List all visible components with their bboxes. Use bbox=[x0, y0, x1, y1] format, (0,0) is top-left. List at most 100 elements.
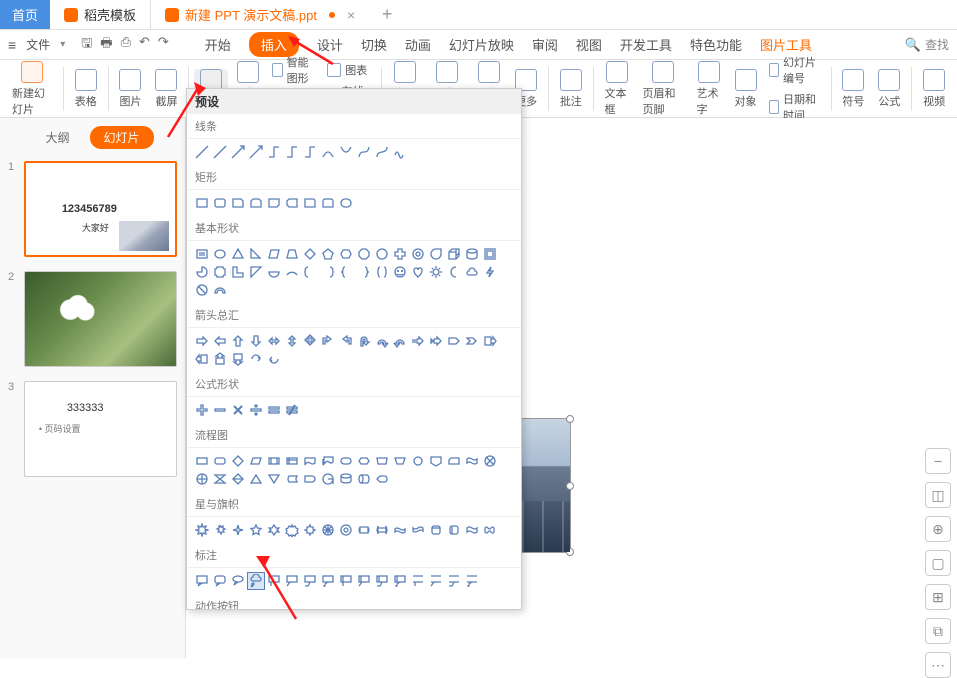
shape-can[interactable] bbox=[463, 245, 481, 263]
shape-arrow-circular[interactable] bbox=[265, 350, 283, 368]
shape-arrow-callout[interactable] bbox=[193, 350, 211, 368]
shape-arrow-chevron[interactable] bbox=[463, 332, 481, 350]
shape-fc-data[interactable] bbox=[247, 452, 265, 470]
shape-round-rect[interactable] bbox=[211, 194, 229, 212]
slide-thumb-3[interactable]: 3 333333 • 页码设置 bbox=[8, 381, 177, 477]
shape-snip-rect[interactable] bbox=[229, 194, 247, 212]
shape-rect[interactable] bbox=[193, 194, 211, 212]
shape-equal[interactable] bbox=[265, 401, 283, 419]
shape-callout-noborder[interactable] bbox=[427, 572, 445, 590]
tab-slides[interactable]: 幻灯片 bbox=[90, 126, 154, 149]
menu-devtools[interactable]: 开发工具 bbox=[620, 35, 672, 54]
save-icon[interactable]: 🖫 bbox=[81, 34, 92, 56]
shape-no[interactable] bbox=[193, 281, 211, 299]
shape-elbow[interactable] bbox=[265, 143, 283, 161]
shape-arrow-bent[interactable] bbox=[337, 332, 355, 350]
shape-sun[interactable] bbox=[427, 263, 445, 281]
shape-pentagon[interactable] bbox=[319, 245, 337, 263]
shape-explosion[interactable] bbox=[193, 521, 211, 539]
shape-fc-manual[interactable] bbox=[373, 452, 391, 470]
shape-fc-collate[interactable] bbox=[211, 470, 229, 488]
shape-fc-prep[interactable] bbox=[355, 452, 373, 470]
shape-arrow-callout[interactable] bbox=[481, 332, 499, 350]
redo-icon[interactable]: ↷ bbox=[158, 34, 169, 56]
shape-fc-display[interactable] bbox=[373, 470, 391, 488]
shape-curve[interactable] bbox=[337, 143, 355, 161]
shape-callout-noborder[interactable] bbox=[445, 572, 463, 590]
add-tab-button[interactable]: + bbox=[369, 0, 405, 29]
shape-fc-card[interactable] bbox=[445, 452, 463, 470]
resize-handle[interactable] bbox=[566, 482, 574, 490]
shape-callout-noborder[interactable] bbox=[409, 572, 427, 590]
shape-curve[interactable] bbox=[355, 143, 373, 161]
shape-scribble[interactable] bbox=[391, 143, 409, 161]
shape-scroll-h[interactable] bbox=[445, 521, 463, 539]
shape-line-arrow[interactable] bbox=[229, 143, 247, 161]
btn-wordart[interactable]: 艺术字 bbox=[691, 61, 727, 117]
shape-divide[interactable] bbox=[247, 401, 265, 419]
tab-current-doc[interactable]: 新建 PPT 演示文稿.ppt × bbox=[151, 0, 369, 29]
file-menu[interactable]: 文件 bbox=[26, 36, 50, 53]
btn-new-slide[interactable]: 新建幻灯片 bbox=[6, 61, 58, 117]
shape-fc-predef[interactable] bbox=[265, 452, 283, 470]
shape-arrow-uturn[interactable] bbox=[355, 332, 373, 350]
shape-trapezoid[interactable] bbox=[283, 245, 301, 263]
shape-arrow-pentagon[interactable] bbox=[445, 332, 463, 350]
shape-moon[interactable] bbox=[445, 263, 463, 281]
shape-multiply[interactable] bbox=[229, 401, 247, 419]
btn-slide-number[interactable]: 幻灯片编号 bbox=[769, 54, 822, 86]
shape-lightning[interactable] bbox=[481, 263, 499, 281]
shape-fc-direct[interactable] bbox=[355, 470, 373, 488]
shape-pie[interactable] bbox=[193, 263, 211, 281]
shape-fc-extract[interactable] bbox=[247, 470, 265, 488]
resize-handle[interactable] bbox=[566, 415, 574, 423]
shape-fc-terminator[interactable] bbox=[337, 452, 355, 470]
shape-arrow-quad[interactable] bbox=[301, 332, 319, 350]
shape-callout-oval[interactable] bbox=[229, 572, 247, 590]
shape-cloud[interactable] bbox=[463, 263, 481, 281]
hamburger-icon[interactable]: ≡ bbox=[8, 37, 16, 53]
shape-heart[interactable] bbox=[409, 263, 427, 281]
shape-not-equal[interactable] bbox=[283, 401, 301, 419]
shape-brace[interactable] bbox=[355, 263, 373, 281]
shape-round-rect[interactable] bbox=[319, 194, 337, 212]
shape-wave[interactable] bbox=[463, 521, 481, 539]
shape-elbow[interactable] bbox=[283, 143, 301, 161]
shape-frame[interactable] bbox=[481, 245, 499, 263]
shape-fc-sum[interactable] bbox=[481, 452, 499, 470]
shape-fc-connector[interactable] bbox=[409, 452, 427, 470]
shape-arrow-bent[interactable] bbox=[319, 332, 337, 350]
shape-arrow-lr[interactable] bbox=[265, 332, 283, 350]
shape-star8[interactable] bbox=[301, 521, 319, 539]
shape-l[interactable] bbox=[229, 263, 247, 281]
shape-star4[interactable] bbox=[229, 521, 247, 539]
shape-star7[interactable] bbox=[283, 521, 301, 539]
shape-ribbon-curved[interactable] bbox=[409, 521, 427, 539]
shape-fc-delay[interactable] bbox=[301, 470, 319, 488]
shape-cube[interactable] bbox=[445, 245, 463, 263]
btn-textbox[interactable]: 文本框 bbox=[599, 61, 635, 117]
btn-comment[interactable]: 批注 bbox=[554, 69, 588, 109]
slide-thumb-2[interactable]: 2 bbox=[8, 271, 177, 367]
tool-more[interactable]: ⋯ bbox=[925, 652, 951, 678]
menu-features[interactable]: 特色功能 bbox=[690, 35, 742, 54]
shape-wave2[interactable] bbox=[481, 521, 499, 539]
menu-transition[interactable]: 切换 bbox=[361, 35, 387, 54]
shape-arrow-l[interactable] bbox=[211, 332, 229, 350]
tab-home[interactable]: 首页 bbox=[0, 0, 50, 29]
shape-fc-stored[interactable] bbox=[283, 470, 301, 488]
shape-callout-line[interactable] bbox=[319, 572, 337, 590]
shape-snip-rect[interactable] bbox=[247, 194, 265, 212]
menu-design[interactable]: 设计 bbox=[317, 35, 343, 54]
shape-circle[interactable] bbox=[373, 245, 391, 263]
menu-start[interactable]: 开始 bbox=[205, 35, 231, 54]
shape-snip-rect[interactable] bbox=[265, 194, 283, 212]
shape-bracket[interactable] bbox=[301, 263, 319, 281]
shape-fc-magnetic[interactable] bbox=[337, 470, 355, 488]
preview-icon[interactable]: ⎙ bbox=[121, 34, 131, 56]
slide-thumb-1[interactable]: 1 123456789 大家好 bbox=[8, 161, 177, 257]
shape-fc-decision[interactable] bbox=[229, 452, 247, 470]
shape-fc-seq[interactable] bbox=[319, 470, 337, 488]
shape-callout-accent[interactable] bbox=[391, 572, 409, 590]
menu-slideshow[interactable]: 幻灯片放映 bbox=[449, 35, 514, 54]
